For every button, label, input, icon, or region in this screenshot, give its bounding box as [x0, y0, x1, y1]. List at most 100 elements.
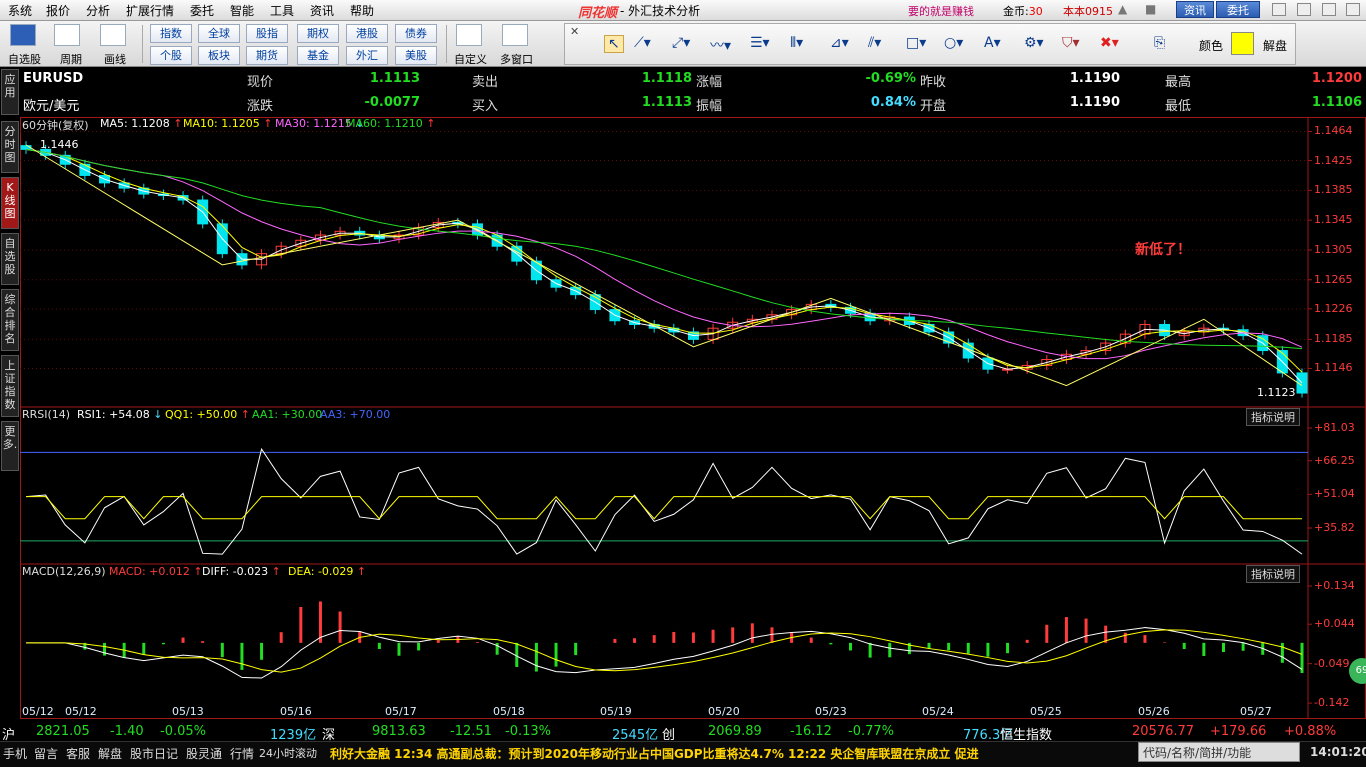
trade-button[interactable]: 委托	[1216, 1, 1260, 18]
quote-value: 1.1106	[1311, 95, 1362, 110]
quote-value: -0.69%	[865, 71, 917, 86]
bookmark-icon[interactable]: ⛉▾	[1062, 35, 1080, 51]
rectangle-tool-icon[interactable]: □▾	[906, 35, 926, 51]
market-sectors-button[interactable]: 板块	[198, 46, 240, 65]
market-stock-index-button[interactable]: 股指	[246, 24, 288, 43]
maximize-icon[interactable]	[1322, 3, 1336, 16]
sidebar-tab-timeshare[interactable]: 分时图	[1, 121, 19, 173]
quote-label: 昨收	[920, 75, 947, 90]
fan-tool-icon[interactable]: ⊿▾	[830, 35, 849, 51]
settings-gear-icon[interactable]: ⚙▾	[1024, 35, 1044, 51]
menu-analysis[interactable]: 分析	[86, 2, 110, 19]
rsi-tick-label: +66.25	[1314, 453, 1355, 467]
menu-system[interactable]: 系统	[8, 2, 32, 19]
market-hk-button[interactable]: 港股	[346, 24, 388, 43]
sidebar-tab-apps[interactable]: 应用	[1, 69, 19, 115]
sidebar-tab-shanghai-index[interactable]: 上证指数	[1, 355, 19, 417]
market-futures-button[interactable]: 期货	[246, 46, 288, 65]
watchlist-label[interactable]: 自选股	[8, 51, 41, 67]
multi-window-label[interactable]: 多窗口	[500, 51, 533, 67]
custom-layout-icon[interactable]	[456, 24, 482, 46]
vertical-lines-icon[interactable]: ⦀▾	[790, 35, 803, 51]
close-icon[interactable]	[1346, 3, 1360, 16]
menu-extended-quotes[interactable]: 扩展行情	[126, 2, 174, 19]
bottom-guling-link[interactable]: 股灵通	[186, 745, 222, 762]
drawing-toolbar-close-icon[interactable]: ✕	[570, 25, 579, 38]
macd-arrow: ↑	[353, 565, 367, 578]
macd-legend-2: DEA: -0.029 ↑	[288, 565, 367, 578]
quote-value: 1.1113	[641, 95, 692, 110]
ellipse-tool-icon[interactable]: ○▾	[944, 35, 963, 51]
status-item: +0.88%	[1284, 724, 1337, 739]
menu-help[interactable]: 帮助	[350, 2, 374, 19]
sidebar-tab-more[interactable]: 更多.	[1, 421, 19, 471]
export-icon[interactable]: ⎘	[1154, 35, 1165, 51]
market-funds-button[interactable]: 基金	[297, 46, 339, 65]
cursor-arrow-icon[interactable]: ↖	[604, 35, 624, 53]
symbol-name: 欧元/美元	[23, 99, 80, 114]
market-global-button[interactable]: 全球	[198, 24, 240, 43]
slogan-link[interactable]: 要的就是赚钱	[908, 3, 974, 19]
menu-quote[interactable]: 报价	[46, 2, 70, 19]
market-index-button[interactable]: 指数	[150, 24, 192, 43]
sidebar-tab-ranking[interactable]: 综合排名	[1, 289, 19, 351]
rsi-explain-button[interactable]: 指标说明	[1246, 408, 1300, 426]
low-marker-label: 1.1123	[1257, 386, 1296, 399]
menu-smart[interactable]: 智能	[230, 2, 254, 19]
shirt-icon[interactable]: ■	[1145, 2, 1156, 16]
bottom-service-link[interactable]: 客服	[66, 745, 90, 762]
ma-arrow: ↑	[173, 117, 183, 130]
channel-tool-icon[interactable]: ⫽▾	[868, 35, 881, 51]
unlock-button[interactable]: 解盘	[1263, 37, 1287, 54]
market-stocks-button[interactable]: 个股	[150, 46, 192, 65]
ma-legend-3: MA60: 1.1210 ↑	[346, 117, 436, 130]
bottom-mobile-link[interactable]: 手机	[3, 745, 27, 762]
bottom-24h-link[interactable]: 24小时滚动	[259, 745, 317, 761]
menu-trade[interactable]: 委托	[190, 2, 214, 19]
minimize-icon[interactable]	[1272, 3, 1286, 16]
market-options-button[interactable]: 期权	[297, 24, 339, 43]
draw-label[interactable]: 画线	[104, 51, 126, 67]
bell-icon[interactable]: ▲	[1118, 2, 1127, 16]
market-us-stocks-button[interactable]: 美股	[395, 46, 437, 65]
quote-label: 振幅	[696, 99, 723, 114]
rsi-legend-2: AA1: +30.00	[252, 408, 323, 421]
delete-x-icon[interactable]: ✖▾	[1100, 35, 1119, 51]
rsi-tick-label: +35.82	[1314, 521, 1355, 534]
bottom-unlock-link[interactable]: 解盘	[98, 745, 122, 762]
menu-tools[interactable]: 工具	[270, 2, 294, 19]
date-label: 05/26	[1138, 705, 1170, 718]
text-tool-icon[interactable]: A▾	[984, 35, 1001, 51]
dashed-line-tool-icon[interactable]: ⤢▾	[672, 35, 690, 51]
code-search-input[interactable]: 代码/名称/简拼/功能	[1138, 742, 1300, 762]
multi-window-icon[interactable]	[502, 24, 528, 46]
status-item: -1.40	[110, 724, 144, 739]
color-swatch[interactable]	[1231, 32, 1254, 55]
info-button[interactable]: 资讯	[1176, 1, 1214, 18]
line-tool-icon[interactable]: ⟋▾	[634, 35, 651, 51]
fibonacci-tool-icon[interactable]: ☰▾	[750, 35, 770, 51]
quote-label: 最高	[1165, 75, 1192, 90]
bottom-diary-link[interactable]: 股市日记	[130, 745, 178, 762]
sidebar-tab-kline[interactable]: K线图	[1, 177, 19, 229]
macd-explain-button[interactable]: 指标说明	[1246, 565, 1300, 583]
wave-tool-icon[interactable]: 〰▾	[710, 35, 731, 55]
quote-label: 开盘	[920, 99, 947, 114]
price-tick-label: 1.1305	[1314, 242, 1353, 256]
status-item: 20576.77	[1132, 724, 1195, 739]
restore-icon[interactable]	[1297, 3, 1311, 16]
bottom-quotes-link[interactable]: 行情	[230, 745, 254, 762]
menu-news[interactable]: 资讯	[310, 2, 334, 19]
draw-pen-icon[interactable]	[100, 24, 126, 46]
date-label: 05/16	[280, 705, 312, 718]
market-bonds-button[interactable]: 债券	[395, 24, 437, 43]
watchlist-star-icon[interactable]	[10, 24, 36, 46]
bottom-message-link[interactable]: 留言	[34, 745, 58, 762]
news-ticker[interactable]: 利好大金融 12:34 高通副总裁：预计到2020年移动行业占中国GDP比重将达…	[330, 745, 979, 762]
market-forex-button[interactable]: 外汇	[346, 46, 388, 65]
sidebar-tab-watchlist[interactable]: 自选股	[1, 233, 19, 285]
period-label[interactable]: 周期	[60, 51, 82, 67]
status-item: -0.77%	[848, 724, 894, 739]
custom-label[interactable]: 自定义	[454, 51, 487, 67]
period-clock-icon[interactable]	[54, 24, 80, 46]
